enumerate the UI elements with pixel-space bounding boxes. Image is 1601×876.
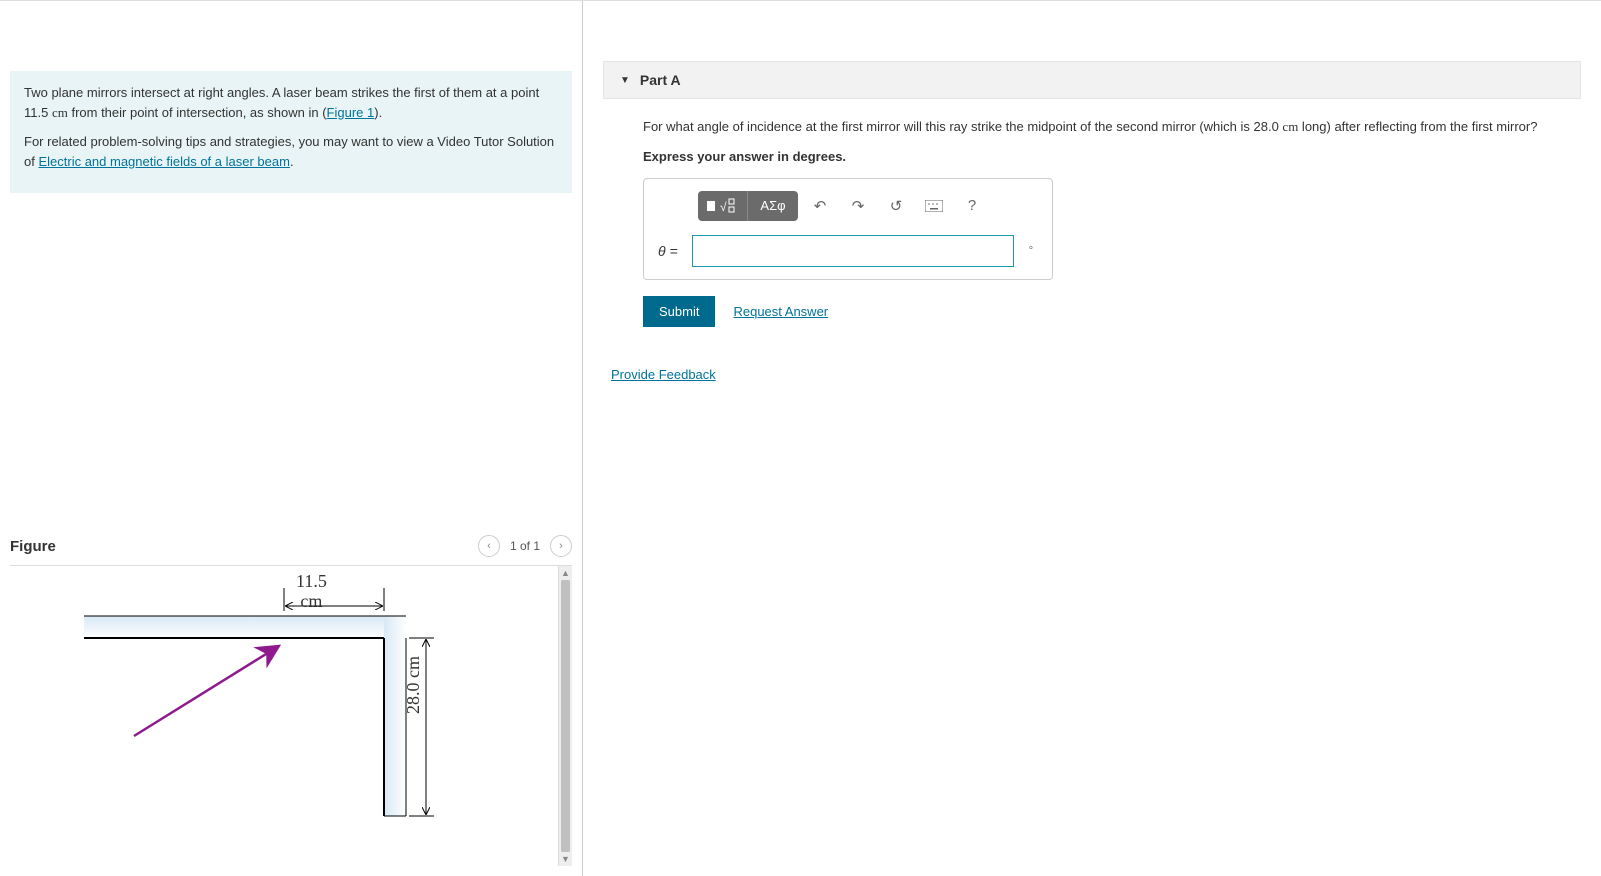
question-text: For what angle of incidence at the first…: [643, 117, 1561, 137]
request-answer-link[interactable]: Request Answer: [733, 304, 828, 319]
figure-page-indicator: 1 of 1: [510, 539, 540, 553]
figure-next-button[interactable]: ›: [550, 535, 572, 557]
input-row: θ = °: [658, 235, 1038, 267]
answer-input[interactable]: [692, 235, 1014, 267]
figure-header: Figure ‹ 1 of 1 ›: [10, 527, 572, 566]
tool-reset-button[interactable]: ↺: [880, 191, 912, 221]
right-pane: ▼ Part A For what angle of incidence at …: [583, 1, 1601, 876]
figure-prev-button[interactable]: ‹: [478, 535, 500, 557]
page-container: Two plane mirrors intersect at right ang…: [0, 0, 1601, 876]
problem-statement: Two plane mirrors intersect at right ang…: [10, 71, 572, 193]
tool-redo-button[interactable]: ↷: [842, 191, 874, 221]
scroll-thumb[interactable]: [561, 580, 570, 852]
text: For what angle of incidence at the first…: [643, 119, 1282, 134]
text: .: [290, 154, 294, 169]
action-row: Submit Request Answer: [643, 296, 1561, 327]
text: from their point of intersection, as sho…: [68, 105, 327, 120]
scroll-down-icon[interactable]: ▼: [559, 852, 572, 866]
tool-greek-button[interactable]: ΑΣφ: [748, 191, 798, 221]
unit-label: °: [1024, 245, 1038, 257]
redo-icon: ↷: [852, 197, 865, 215]
figure-scrollbar[interactable]: ▲ ▼: [558, 566, 572, 866]
variable-label: θ =: [658, 243, 682, 259]
text: long) after reflecting from the first mi…: [1298, 119, 1537, 134]
figure-title: Figure: [10, 538, 56, 555]
tool-group-templates: √ ΑΣφ: [698, 191, 798, 221]
left-pane: Two plane mirrors intersect at right ang…: [0, 1, 583, 876]
part-title: Part A: [640, 72, 681, 88]
chevron-left-icon: ‹: [487, 540, 491, 552]
problem-para-2: For related problem-solving tips and str…: [24, 132, 558, 171]
part-body: For what angle of incidence at the first…: [583, 99, 1601, 347]
submit-button[interactable]: Submit: [643, 296, 715, 327]
collapse-arrow-icon: ▼: [620, 75, 630, 86]
figure-svg: [10, 566, 558, 866]
equation-toolbar: √ ΑΣφ ↶ ↷ ↺: [698, 191, 1038, 221]
tool-templates-button[interactable]: √: [698, 191, 748, 221]
reset-icon: ↺: [890, 197, 903, 215]
answer-instruction: Express your answer in degrees.: [643, 149, 1561, 164]
figure-nav: ‹ 1 of 1 ›: [478, 535, 572, 557]
dimension-side-label: 28.0 cm: [404, 656, 424, 714]
figure-section: Figure ‹ 1 of 1 ›: [0, 527, 582, 876]
tool-undo-button[interactable]: ↶: [804, 191, 836, 221]
figure-body: 11.5 cm 28.0 cm ▲ ▼: [10, 566, 572, 866]
help-icon: ?: [968, 197, 976, 214]
keyboard-icon: [925, 200, 943, 212]
text: ).: [374, 105, 382, 120]
svg-text:√: √: [720, 200, 727, 214]
unit-text: cm: [1282, 119, 1298, 134]
tool-keyboard-button[interactable]: [918, 191, 950, 221]
part-header[interactable]: ▼ Part A: [603, 61, 1581, 99]
templates-icon: √: [706, 197, 740, 215]
tool-help-button[interactable]: ?: [956, 191, 988, 221]
problem-para-1: Two plane mirrors intersect at right ang…: [24, 83, 558, 122]
figure-canvas: 11.5 cm 28.0 cm: [10, 566, 558, 866]
chevron-right-icon: ›: [559, 540, 563, 552]
undo-icon: ↶: [814, 197, 827, 215]
figure-link[interactable]: Figure 1: [327, 105, 375, 120]
answer-box: √ ΑΣφ ↶ ↷ ↺: [643, 178, 1053, 280]
provide-feedback-link[interactable]: Provide Feedback: [611, 367, 716, 382]
scroll-up-icon[interactable]: ▲: [559, 566, 572, 580]
unit-text: cm: [52, 105, 68, 120]
dimension-top-label: 11.5 cm: [296, 572, 327, 612]
tutor-link[interactable]: Electric and magnetic fields of a laser …: [38, 154, 289, 169]
